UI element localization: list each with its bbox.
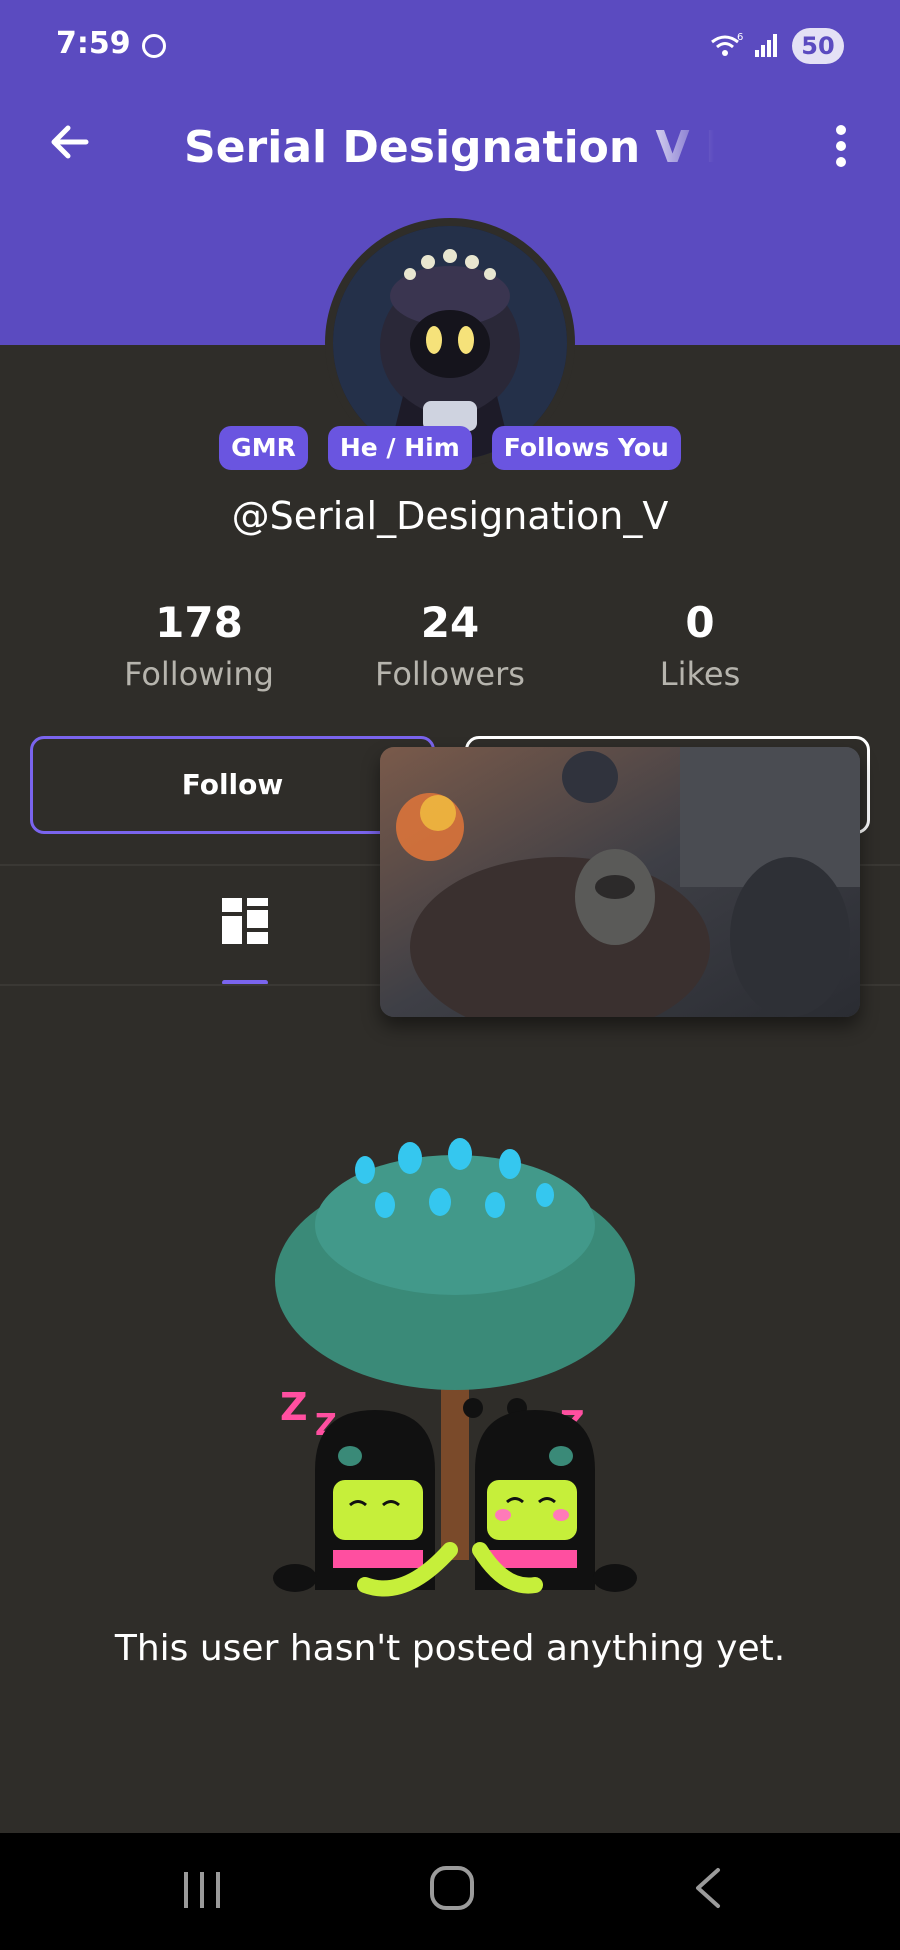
- profile-badges: GMR He / Him Follows You: [0, 426, 900, 470]
- empty-state-message: This user hasn't posted anything yet.: [114, 1628, 786, 1669]
- wifi-icon: 6: [711, 32, 743, 56]
- page-title: Serial Designation V Is I: [184, 122, 714, 173]
- home-icon[interactable]: [430, 1866, 474, 1910]
- app-notification-icon: [142, 34, 166, 58]
- stat-label: Followers: [375, 655, 525, 693]
- arrow-left-icon[interactable]: [46, 118, 94, 166]
- picture-in-picture-video[interactable]: [380, 747, 860, 1017]
- status-bar: 7:59 6 50: [0, 0, 900, 95]
- badge-follows-you: Follows You: [491, 426, 681, 470]
- sleeping-characters-illustration: Z Z Z: [273, 1138, 637, 1597]
- stat-followers[interactable]: 24 Followers: [325, 598, 575, 693]
- badge-pronouns: He / Him: [327, 426, 472, 470]
- user-handle: @Serial_Designation_V: [231, 494, 669, 538]
- stat-value: 24: [420, 598, 480, 647]
- more-vertical-icon[interactable]: [826, 122, 856, 170]
- grid-icon[interactable]: [222, 898, 268, 944]
- video-frame: [380, 747, 860, 1017]
- stat-likes[interactable]: 0 Likes: [575, 598, 825, 693]
- svg-text:Z: Z: [280, 1385, 308, 1429]
- wifi-label: 6: [737, 32, 743, 43]
- back-icon[interactable]: [690, 1866, 724, 1910]
- status-time: 7:59: [56, 26, 131, 61]
- stat-value: 178: [155, 598, 243, 647]
- avatar-image: [333, 226, 567, 460]
- follow-button[interactable]: Follow: [30, 736, 435, 834]
- signal-icon: [755, 34, 777, 57]
- stat-value: 0: [685, 598, 715, 647]
- recent-apps-icon[interactable]: [180, 1870, 224, 1910]
- stat-label: Likes: [659, 655, 741, 693]
- stat-label: Following: [124, 655, 274, 693]
- battery-indicator: 50: [792, 28, 844, 64]
- badge-gmr: GMR: [219, 426, 308, 470]
- stat-following[interactable]: 178 Following: [74, 598, 324, 693]
